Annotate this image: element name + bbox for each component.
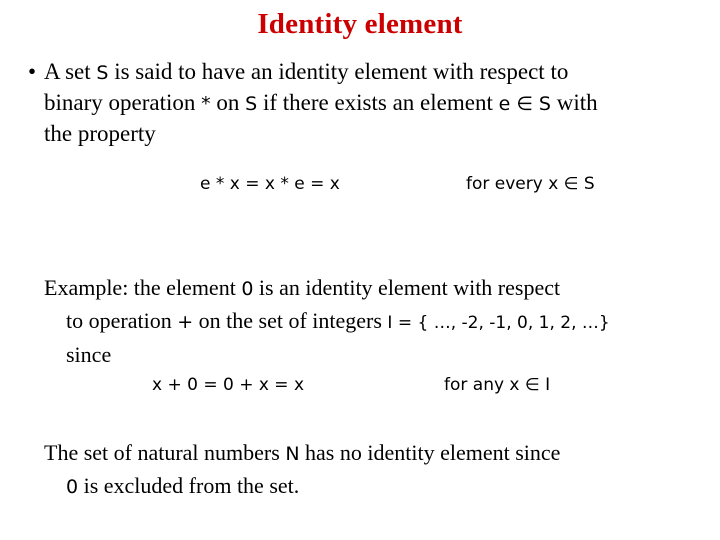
example-line2: to operation + on the set of integers I … [44, 305, 706, 339]
example-paragraph: Example: the element 0 is an identity el… [44, 272, 706, 371]
example-zero: 0 [241, 278, 254, 300]
bullet-line2-b: on [210, 90, 246, 115]
example-part1-a: Example: the element [44, 275, 242, 300]
bullet-marker: • [27, 59, 37, 84]
bullet-line1-a: A set [44, 59, 97, 84]
slide-canvas: Identity element • A set S is said to ha… [0, 0, 720, 540]
bullet-line3: the property [44, 121, 156, 146]
final-line1-a: The set of natural numbers [44, 440, 286, 465]
final-paragraph: The set of natural numbers N has no iden… [44, 437, 708, 503]
equation-1-left: e * x = x * e = x [200, 174, 340, 194]
bullet-text: A set S is said to have an identity elem… [44, 57, 710, 148]
final-line2: 0 is excluded from the set. [44, 470, 708, 503]
final-line1-b: has no identity element since [299, 440, 561, 465]
bullet-line2-c: if there exists an element [257, 90, 499, 115]
equation-1-condition: for every x ∈ S [466, 174, 595, 194]
final-natural-set: N [285, 443, 300, 465]
page-title: Identity element [257, 8, 463, 40]
bullet-item: • A set S is said to have an identity el… [20, 57, 710, 148]
final-zero: 0 [66, 476, 79, 498]
example-part2-a: to operation [66, 308, 178, 333]
example-operation: + [177, 311, 194, 333]
bullet-line2-a: binary operation [44, 90, 202, 115]
bullet-block: • A set S is said to have an identity el… [20, 57, 710, 148]
example-integer-set: I = { …, -2, -1, 0, 1, 2, …} [387, 313, 610, 333]
final-line2-b: is excluded from the set. [78, 473, 300, 498]
bullet-line2-element: e ∈ S [498, 93, 551, 115]
example-line3: since [66, 342, 112, 367]
bullet-line2-d: with [551, 90, 598, 115]
equation-2-left: x + 0 = 0 + x = x [152, 375, 305, 395]
bullet-line1-set: S [96, 62, 109, 84]
equation-2-condition: for any x ∈ I [444, 375, 551, 395]
bullet-line1-b: is said to have an identity element with… [108, 59, 569, 84]
example-part2-b: on the set of integers [193, 308, 388, 333]
bullet-line2-op: * [201, 93, 211, 115]
bullet-line2-set: S [245, 93, 258, 115]
example-part1-b: is an identity element with respect [253, 275, 561, 300]
